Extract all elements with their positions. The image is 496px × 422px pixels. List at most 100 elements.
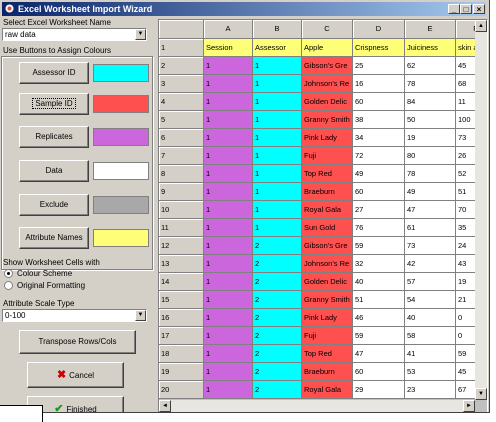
table-cell[interactable]: 1 [204,255,253,273]
table-cell[interactable]: 76 [353,219,405,237]
row-header[interactable]: 9 [159,183,204,201]
data-button[interactable]: Data [19,160,89,182]
table-cell[interactable]: 2 [253,381,302,399]
table-cell[interactable]: Top Red [302,345,353,363]
table-cell[interactable]: 32 [353,255,405,273]
table-cell[interactable]: 47 [405,201,456,219]
table-cell[interactable]: 25 [353,57,405,75]
table-cell[interactable]: 78 [405,165,456,183]
table-cell[interactable]: 1 [204,291,253,309]
row-header[interactable]: 2 [159,57,204,75]
table-cell[interactable]: 1 [253,129,302,147]
attribute-name-cell[interactable]: Apple [302,39,353,57]
grid-corner[interactable] [159,20,204,39]
table-cell[interactable]: Granny Smith [302,291,353,309]
table-cell[interactable]: 61 [405,219,456,237]
table-cell[interactable]: 1 [204,363,253,381]
vertical-scrollbar[interactable]: ▲ ▼ [475,20,487,400]
table-cell[interactable]: 1 [253,75,302,93]
table-cell[interactable]: Royal Gala [302,201,353,219]
row-header[interactable]: 4 [159,93,204,111]
attribute-name-cell[interactable]: Session [204,39,253,57]
table-cell[interactable]: 1 [253,165,302,183]
sample-id-button[interactable]: Sample ID [19,93,89,115]
table-cell[interactable]: 1 [204,219,253,237]
table-cell[interactable]: 80 [405,147,456,165]
column-header[interactable]: A [204,20,253,39]
table-cell[interactable]: 23 [405,381,456,399]
table-cell[interactable]: 53 [405,363,456,381]
row-header[interactable]: 19 [159,363,204,381]
scroll-down-icon[interactable]: ▼ [475,388,487,400]
table-cell[interactable]: 46 [353,309,405,327]
row-header[interactable]: 18 [159,345,204,363]
replicates-button[interactable]: Replicates [19,126,89,148]
table-cell[interactable]: 19 [405,129,456,147]
table-cell[interactable]: 2 [253,237,302,255]
row-header[interactable]: 1 [159,39,204,57]
table-cell[interactable]: 1 [204,201,253,219]
table-cell[interactable]: 1 [253,201,302,219]
table-cell[interactable]: Braeburn [302,363,353,381]
table-cell[interactable]: Royal Gala [302,381,353,399]
chevron-down-icon[interactable]: ▼ [135,310,146,321]
table-cell[interactable]: 2 [253,345,302,363]
table-cell[interactable]: 1 [204,183,253,201]
row-header[interactable]: 11 [159,219,204,237]
table-cell[interactable]: 60 [353,93,405,111]
table-cell[interactable]: Granny Smith [302,111,353,129]
minimize-button[interactable]: _ [448,4,460,14]
table-cell[interactable]: Sun Gold [302,219,353,237]
exclude-button[interactable]: Exclude [19,194,89,216]
table-cell[interactable]: Pink Lady [302,129,353,147]
column-header[interactable]: B [253,20,302,39]
table-cell[interactable]: 1 [253,183,302,201]
table-cell[interactable]: 1 [204,165,253,183]
table-cell[interactable]: 1 [204,111,253,129]
row-header[interactable]: 20 [159,381,204,399]
colour-scheme-radio[interactable] [4,269,13,278]
table-cell[interactable]: 1 [204,327,253,345]
table-cell[interactable]: 51 [353,291,405,309]
attribute-name-cell[interactable]: Crispness [353,39,405,57]
table-cell[interactable]: Fuji [302,147,353,165]
table-cell[interactable]: 1 [253,57,302,75]
table-cell[interactable]: 78 [405,75,456,93]
table-cell[interactable]: 40 [353,273,405,291]
table-cell[interactable]: 1 [204,75,253,93]
attribute-name-cell[interactable]: Assessor [253,39,302,57]
table-cell[interactable]: Johnson's Re [302,255,353,273]
table-cell[interactable]: 1 [253,93,302,111]
scroll-up-icon[interactable]: ▲ [475,20,487,32]
row-header[interactable]: 14 [159,273,204,291]
attribute-name-cell[interactable]: Juiciness [405,39,456,57]
column-header[interactable]: E [405,20,456,39]
maximize-button[interactable]: □ [460,4,472,14]
table-cell[interactable]: 49 [353,165,405,183]
row-header[interactable]: 3 [159,75,204,93]
table-cell[interactable]: 59 [353,237,405,255]
table-cell[interactable]: 54 [405,291,456,309]
row-header[interactable]: 5 [159,111,204,129]
table-cell[interactable]: 27 [353,201,405,219]
row-header[interactable]: 15 [159,291,204,309]
table-cell[interactable]: 2 [253,291,302,309]
table-cell[interactable]: 72 [353,147,405,165]
table-cell[interactable]: 38 [353,111,405,129]
table-cell[interactable]: Gibson's Gre [302,57,353,75]
table-cell[interactable]: 84 [405,93,456,111]
table-cell[interactable]: Gibson's Gre [302,237,353,255]
original-formatting-radio[interactable] [4,281,13,290]
table-cell[interactable]: 50 [405,111,456,129]
table-cell[interactable]: 1 [204,93,253,111]
row-header[interactable]: 10 [159,201,204,219]
table-cell[interactable]: Braeburn [302,183,353,201]
table-cell[interactable]: 34 [353,129,405,147]
table-cell[interactable]: Pink Lady [302,309,353,327]
cancel-button[interactable]: ✖ Cancel [27,362,124,388]
table-cell[interactable]: 59 [353,327,405,345]
table-cell[interactable]: Golden Delic [302,273,353,291]
original-formatting-label[interactable]: Original Formatting [17,281,85,290]
table-cell[interactable]: 16 [353,75,405,93]
table-cell[interactable]: 41 [405,345,456,363]
